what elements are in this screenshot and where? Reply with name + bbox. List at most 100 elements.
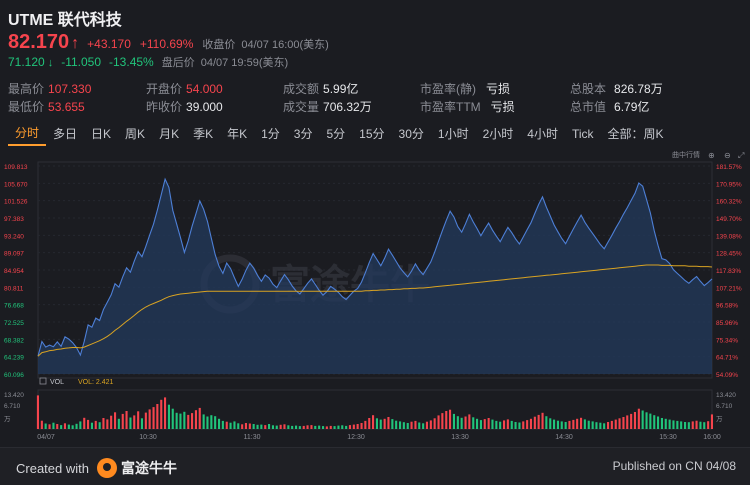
- volume-bar: [506, 419, 509, 429]
- price-tick-label: 84.954: [4, 268, 24, 275]
- price-tick-label: 72.525: [4, 320, 24, 327]
- volume-bar: [102, 418, 105, 429]
- published-on: Published on CN 04/08: [612, 459, 736, 473]
- pct-tick-label: 170.95%: [716, 181, 742, 188]
- volume-bar: [610, 420, 613, 429]
- tab-10[interactable]: 15分: [352, 123, 391, 145]
- volume-bar: [514, 422, 517, 429]
- volume-bar: [83, 417, 86, 429]
- volume-bar: [637, 408, 640, 429]
- volume-bar: [271, 425, 274, 429]
- price-tick-label: 93.240: [4, 233, 24, 240]
- volume-bar: [287, 425, 290, 429]
- volume-tick-left: 6.710: [4, 403, 21, 410]
- volume-bar: [279, 424, 282, 429]
- stat-value: 39.000: [186, 100, 223, 114]
- volume-bar: [537, 414, 540, 429]
- volume-bar: [645, 412, 648, 429]
- tab-11[interactable]: 30分: [392, 123, 431, 145]
- volume-bar: [660, 418, 663, 429]
- volume-bar: [337, 425, 340, 429]
- stat-label: 市盈率TTM: [420, 100, 481, 114]
- tab-0[interactable]: 分时: [8, 122, 47, 146]
- volume-bar: [533, 416, 536, 429]
- volume-bar: [383, 418, 386, 429]
- volume-bar: [599, 422, 602, 429]
- tab-1[interactable]: 多日: [46, 123, 84, 145]
- volume-bar: [510, 420, 513, 429]
- tab-16[interactable]: 全部：周K: [601, 123, 671, 145]
- tab-14[interactable]: 4小时: [520, 123, 565, 145]
- pct-tick-label: 75.34%: [716, 337, 738, 344]
- stat-label: 成交量: [283, 100, 320, 114]
- volume-bar: [137, 411, 140, 429]
- volume-bar: [125, 411, 128, 429]
- price-tick-label: 101.526: [4, 199, 28, 206]
- tab-6[interactable]: 年K: [220, 123, 254, 145]
- volume-bar: [241, 424, 244, 429]
- tab-7[interactable]: 1分: [254, 123, 287, 145]
- volume-bar: [368, 418, 371, 429]
- tab-5[interactable]: 季K: [186, 123, 220, 145]
- stat-open: 开盘价 54.000: [146, 80, 223, 97]
- stat-label: 市盈率(静): [420, 82, 476, 96]
- after-hours-price: 71.120: [8, 55, 45, 69]
- volume-bar: [191, 413, 194, 429]
- volume-bar: [391, 419, 394, 429]
- tab-8[interactable]: 3分: [287, 123, 320, 145]
- footer-created-with: Created with 富途牛牛: [16, 458, 177, 478]
- fullscreen-icon: ⤢: [737, 151, 744, 160]
- zoom-out-icon: ⊖: [724, 151, 731, 160]
- volume-bar: [406, 423, 409, 429]
- volume-bar: [664, 418, 667, 429]
- volume-bar: [668, 419, 671, 429]
- volume-bar: [167, 404, 170, 429]
- tab-13[interactable]: 2小时: [476, 123, 521, 145]
- volume-tick-left: 万: [4, 415, 11, 423]
- volume-bar: [345, 425, 348, 429]
- time-tick-label: 13:30: [451, 434, 469, 441]
- intraday-chart: 109.813 105.670 101.526 97.383 93.240 89.097 8…: [0, 146, 750, 446]
- volume-bar: [595, 422, 598, 429]
- volume-bar: [587, 420, 590, 429]
- volume-bar: [526, 420, 529, 429]
- stat-label: 开盘价: [146, 82, 183, 96]
- stat-value: 53.655: [48, 100, 85, 114]
- volume-bar: [98, 422, 101, 429]
- volume-bar: [422, 423, 425, 429]
- after-hours-change-pct: -13.45%: [109, 55, 154, 69]
- close-label: 收盘价: [202, 39, 236, 51]
- volume-bar: [653, 415, 656, 429]
- price-change-pct: +110.69%: [139, 37, 194, 51]
- volume-bar: [641, 410, 644, 429]
- tab-9[interactable]: 5分: [319, 123, 352, 145]
- volume-bar: [449, 409, 452, 429]
- volume-bar: [252, 424, 255, 429]
- volume-bar: [144, 412, 147, 429]
- tab-4[interactable]: 月K: [152, 123, 186, 145]
- volume-bar: [156, 404, 159, 429]
- stat-shares: 总股本 826.78万: [570, 80, 663, 97]
- volume-bar: [133, 415, 136, 429]
- after-hours-label: 盘后价: [161, 57, 195, 69]
- volume-bar: [322, 426, 325, 429]
- volume-bar: [541, 412, 544, 429]
- volume-bar: [229, 422, 232, 429]
- volume-bar: [710, 414, 713, 429]
- price-tick-label: 68.382: [4, 337, 24, 344]
- after-hours-row: 71.120 ↓ -11.050 -13.45% 盘后价 04/07 19:59…: [8, 54, 288, 70]
- volume-bar: [360, 423, 363, 429]
- volume-bar: [152, 407, 155, 429]
- volume-bar: [306, 425, 309, 429]
- volume-bar: [429, 420, 432, 429]
- tab-2[interactable]: 日K: [84, 123, 118, 145]
- stat-volume: 成交量 706.32万: [283, 98, 372, 115]
- tab-15[interactable]: Tick: [565, 123, 601, 145]
- tab-12[interactable]: 1小时: [431, 123, 476, 145]
- volume-bar: [483, 419, 486, 429]
- volume-bar: [657, 416, 660, 429]
- volume-bar: [699, 421, 702, 429]
- pct-tick-label: 181.57%: [716, 164, 742, 171]
- stat-pe-static: 市盈率(静) 亏损: [420, 80, 510, 97]
- tab-3[interactable]: 周K: [118, 123, 152, 145]
